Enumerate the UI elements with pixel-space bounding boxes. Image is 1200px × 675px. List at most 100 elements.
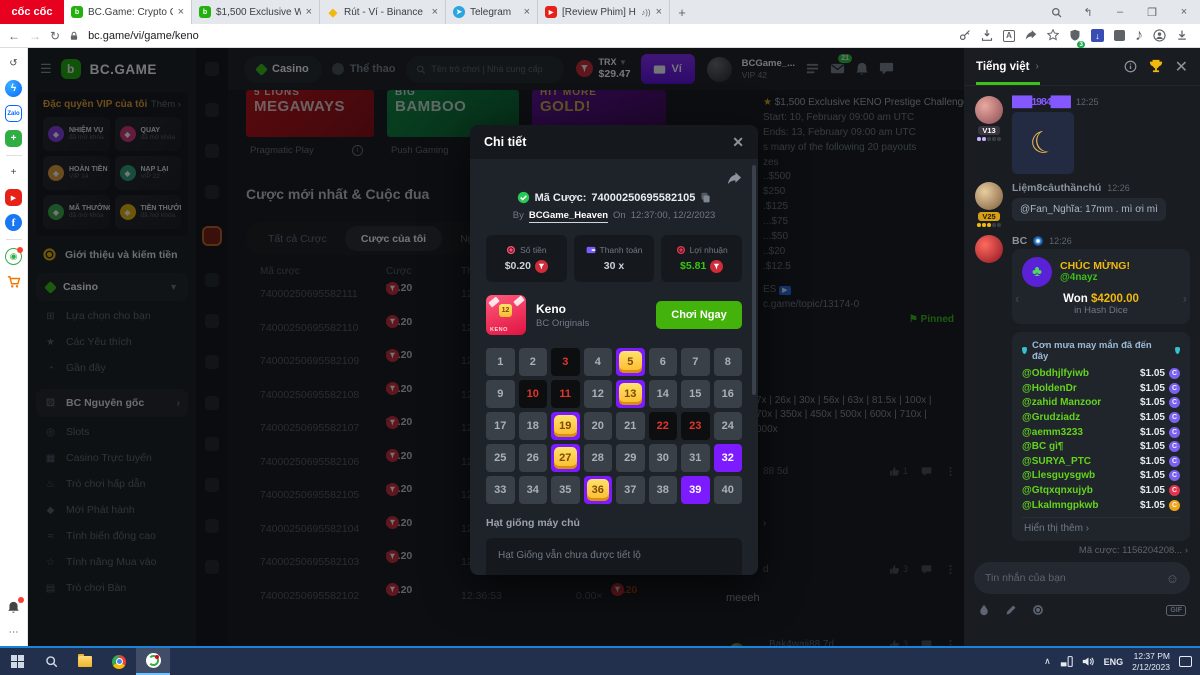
keno-cell-drawn[interactable]: 10 xyxy=(519,380,548,408)
browser-tab[interactable]: ➤Telegram× xyxy=(446,0,538,24)
zalo-icon[interactable]: Zalo xyxy=(5,105,22,122)
play-now-button[interactable]: Chơi Ngay xyxy=(656,301,742,329)
keno-cell[interactable]: 20 xyxy=(584,412,613,440)
coin-tip-icon[interactable] xyxy=(1032,601,1044,619)
messenger-icon[interactable]: ϟ xyxy=(5,80,22,97)
profile-icon[interactable] xyxy=(1153,27,1166,45)
keno-cell[interactable]: 12 xyxy=(584,380,613,408)
taskbar-search-icon[interactable] xyxy=(34,648,68,675)
tab-close-icon[interactable]: × xyxy=(656,6,662,18)
extension-icon[interactable] xyxy=(1114,30,1125,41)
keno-cell-hit[interactable]: 27 xyxy=(551,444,580,472)
modal-scrollbar[interactable] xyxy=(752,165,756,395)
download-manager-icon[interactable]: ↓ xyxy=(1091,29,1104,42)
sports-icon[interactable]: ◉ xyxy=(5,248,22,265)
shopping-cart-icon[interactable] xyxy=(5,273,22,290)
trophy-icon[interactable] xyxy=(1149,58,1163,76)
reload-button[interactable]: ↻ xyxy=(50,29,60,43)
avatar[interactable] xyxy=(975,235,1003,263)
keno-cell[interactable]: 24 xyxy=(714,412,743,440)
win-announcement-card[interactable]: ♣ CHÚC MỪNG! @4nayz Won $4200.00 in Hash… xyxy=(1012,249,1190,324)
tab-close-icon[interactable]: × xyxy=(432,6,438,18)
keno-cell[interactable]: 34 xyxy=(519,476,548,504)
tab-close-icon[interactable]: × xyxy=(524,6,530,18)
game-name[interactable]: Keno xyxy=(536,302,589,316)
note-icon[interactable]: ♪ xyxy=(1135,27,1143,45)
keno-cell[interactable]: 31 xyxy=(681,444,710,472)
chat-username[interactable]: ███1984███ xyxy=(1012,96,1070,108)
rain-user-row[interactable]: @Gtqxqnxujyb$1.05C xyxy=(1022,483,1180,498)
carousel-prev-icon[interactable]: ‹ xyxy=(1015,291,1019,306)
keno-cell-hit[interactable]: 5 xyxy=(616,348,645,376)
keno-cell[interactable]: 29 xyxy=(616,444,645,472)
file-explorer-icon[interactable] xyxy=(68,648,102,675)
rain-user-row[interactable]: @Grudziadz$1.05C xyxy=(1022,410,1180,425)
volume-icon[interactable] xyxy=(1082,653,1095,671)
chat-rules-info-icon[interactable] xyxy=(1124,58,1137,76)
rain-user-row[interactable]: @Obdhjlfyiwb$1.05C xyxy=(1022,367,1180,382)
keno-cell[interactable]: 4 xyxy=(584,348,613,376)
games-icon[interactable]: + xyxy=(5,130,22,147)
browser-tab[interactable]: ◆Rút - Ví - Binance× xyxy=(320,0,446,24)
keno-cell[interactable]: 26 xyxy=(519,444,548,472)
keno-cell[interactable]: 2 xyxy=(519,348,548,376)
keno-cell[interactable]: 7 xyxy=(681,348,710,376)
bookmark-star-icon[interactable] xyxy=(1047,27,1059,45)
gif-button[interactable]: GIF xyxy=(1166,605,1186,616)
sidebar-toggle-icon[interactable]: ↰ xyxy=(1072,6,1104,19)
chat-close-icon[interactable]: ✕ xyxy=(1175,57,1188,77)
tab-search-icon[interactable] xyxy=(1040,6,1072,18)
rain-user-row[interactable]: @Lkalmngpkwb$1.05C xyxy=(1022,498,1180,513)
notifications-bell-icon[interactable] xyxy=(5,599,22,616)
keno-cell[interactable]: 40 xyxy=(714,476,743,504)
chrome-icon[interactable] xyxy=(102,648,136,675)
keno-cell-drawn[interactable]: 3 xyxy=(551,348,580,376)
keno-cell[interactable]: 15 xyxy=(681,380,710,408)
chat-username[interactable]: BC xyxy=(1012,235,1027,247)
close-window-button[interactable]: × xyxy=(1168,6,1200,18)
keno-cell-hit[interactable]: 19 xyxy=(551,412,580,440)
keno-cell-drawn[interactable]: 22 xyxy=(649,412,678,440)
keno-cell[interactable]: 21 xyxy=(616,412,645,440)
start-button[interactable] xyxy=(0,648,34,675)
browser-tab[interactable]: ▶[Review Phim] HÀO QUA♪))× xyxy=(538,0,670,24)
youtube-icon[interactable]: ▶ xyxy=(5,189,22,206)
chat-username[interactable]: Liệm8câuthầnchú xyxy=(1012,182,1101,194)
keno-cell[interactable]: 18 xyxy=(519,412,548,440)
bet-reference-link[interactable]: Mã cược: 1156204208... › xyxy=(1012,545,1190,556)
more-options-icon[interactable]: ⋯ xyxy=(5,624,22,641)
keno-cell[interactable]: 28 xyxy=(584,444,613,472)
keno-cell[interactable]: 8 xyxy=(714,348,743,376)
browser-tab[interactable]: b$1,500 Exclusive Weekend Ke× xyxy=(192,0,320,24)
share-bet-icon[interactable] xyxy=(727,170,742,188)
keno-cell-selected[interactable]: 32 xyxy=(714,444,743,472)
keno-cell[interactable]: 6 xyxy=(649,348,678,376)
coccoc-taskbar-icon[interactable] xyxy=(136,648,170,675)
keno-cell[interactable]: 9 xyxy=(486,380,515,408)
winner-username[interactable]: @4nayz xyxy=(1060,272,1130,283)
carousel-next-icon[interactable]: › xyxy=(1183,291,1187,306)
rain-user-row[interactable]: @aemm3233$1.05C xyxy=(1022,425,1180,440)
rain-show-more[interactable]: Hiển thị thêm › xyxy=(1022,517,1180,537)
language-indicator[interactable]: ENG xyxy=(1104,657,1124,667)
keno-cell[interactable]: 17 xyxy=(486,412,515,440)
facebook-icon[interactable]: f xyxy=(5,214,22,231)
rain-tip-icon[interactable] xyxy=(978,601,990,619)
keno-cell[interactable]: 1 xyxy=(486,348,515,376)
minimize-button[interactable]: – xyxy=(1104,6,1136,18)
emoji-icon[interactable]: ☺ xyxy=(1166,571,1179,586)
edit-icon[interactable] xyxy=(1005,601,1017,619)
downloads-icon[interactable] xyxy=(1176,27,1188,45)
chat-language-tab[interactable]: Tiếng việt xyxy=(976,61,1029,73)
maximize-button[interactable]: ❐ xyxy=(1136,6,1168,19)
share-icon[interactable] xyxy=(1025,27,1037,45)
avatar[interactable] xyxy=(975,182,1003,210)
add-shortcut-icon[interactable]: + xyxy=(5,164,22,181)
url-text[interactable]: bc.game/vi/game/keno xyxy=(88,30,199,42)
history-icon[interactable]: ↺ xyxy=(5,55,22,72)
chat-image-attachment[interactable]: ☾ xyxy=(1012,112,1074,174)
keno-cell[interactable]: 33 xyxy=(486,476,515,504)
tray-expand-icon[interactable]: ∧ xyxy=(1044,656,1051,667)
coccoc-brand[interactable]: cốc cốc xyxy=(0,0,64,24)
bet-username[interactable]: BCGame_Heaven xyxy=(529,210,608,223)
